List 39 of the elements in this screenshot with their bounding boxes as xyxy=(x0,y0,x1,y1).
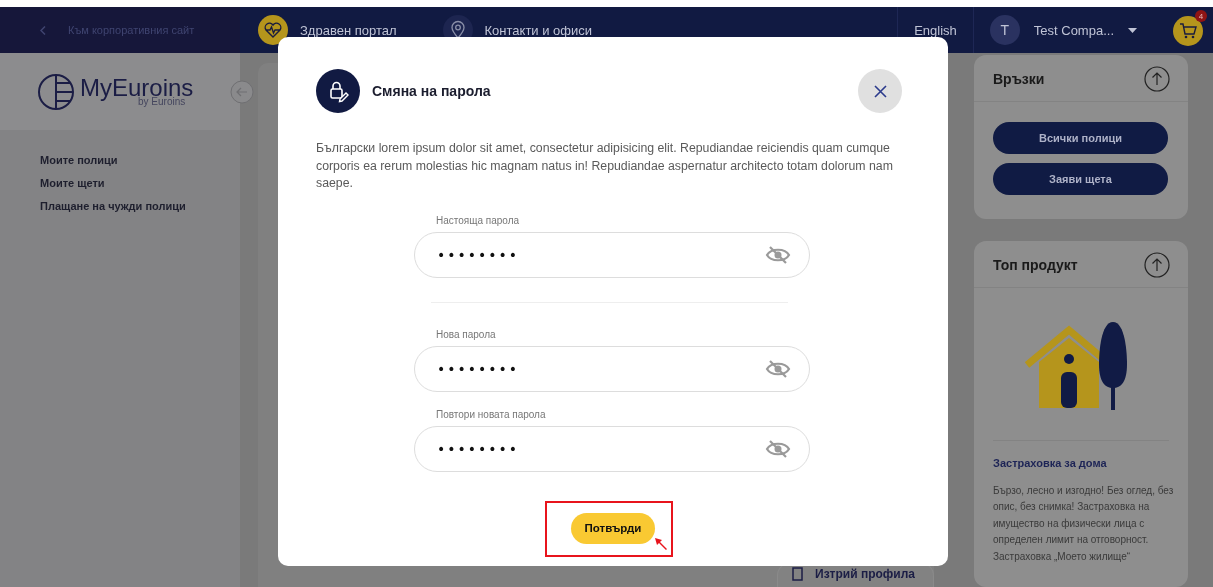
field-label: Настояща парола xyxy=(436,214,520,226)
nav-link[interactable]: Здравен портал xyxy=(300,22,397,38)
modal-description: Български lorem ipsum dolor sit amet, consectetur adipisicing elit. Repudiandae reiciendis quam cumque corporis ea rerum molestias hic magnam natus in! Repudiandae aspernatur architecto totam dolorum nam saepe. xyxy=(316,140,894,192)
nav-link[interactable]: Контакти и офиси xyxy=(484,22,593,38)
field-label: Повтори новата парола xyxy=(436,408,546,420)
eye-slash-icon[interactable] xyxy=(765,244,791,265)
sidebar-item[interactable]: Моите полици xyxy=(40,154,240,166)
eye-slash-icon[interactable] xyxy=(765,438,791,459)
modal-title: Смяна на парола xyxy=(372,83,492,99)
password-input[interactable]: •••••••• xyxy=(437,246,765,263)
link-button[interactable]: Заяви щета xyxy=(993,163,1168,195)
caret-down-icon[interactable] xyxy=(1128,27,1137,33)
password-input[interactable]: •••••••• xyxy=(437,360,765,377)
user-avatar[interactable]: T xyxy=(989,15,1020,45)
eye-slash-icon[interactable] xyxy=(765,358,791,379)
product-description: Бързо, лесно и изгодно! Без оглед, без опис, без снимка! Застраховка на имущество на физически лица с определен лимит на отговорност. Застраховка „Моето жилище“ xyxy=(992,484,1175,564)
cart-count-badge: 4 xyxy=(1195,10,1207,22)
password-input[interactable]: •••••••• xyxy=(437,440,765,457)
trash-icon xyxy=(792,567,804,581)
field-label: Нова парола xyxy=(436,328,496,340)
product-name: Застраховка за дома xyxy=(992,456,1108,469)
sidebar-item[interactable]: Плащане на чужди полици xyxy=(40,200,240,212)
lock-edit-icon xyxy=(316,69,360,113)
sidebar-item[interactable]: Моите щети xyxy=(40,177,240,189)
link-button[interactable]: Всички полици xyxy=(993,122,1168,154)
arrow-up-circle-icon[interactable] xyxy=(1144,66,1170,92)
language-link[interactable]: English xyxy=(914,22,957,38)
user-name[interactable]: Test Compa... xyxy=(1033,22,1114,38)
card-title: Връзки xyxy=(993,71,1045,87)
heart-pulse-icon xyxy=(258,15,288,45)
card-title: Топ продукт xyxy=(993,257,1078,273)
chevron-left-icon xyxy=(40,25,46,35)
arrow-up-circle-icon[interactable] xyxy=(1144,252,1170,278)
confirm-button[interactable]: Потвърди xyxy=(570,512,656,544)
close-button[interactable] xyxy=(858,69,902,113)
cart-icon xyxy=(1179,23,1197,39)
cart-button[interactable] xyxy=(1173,16,1203,46)
close-icon[interactable] xyxy=(873,84,887,98)
cursor-arrow-icon xyxy=(654,536,669,551)
